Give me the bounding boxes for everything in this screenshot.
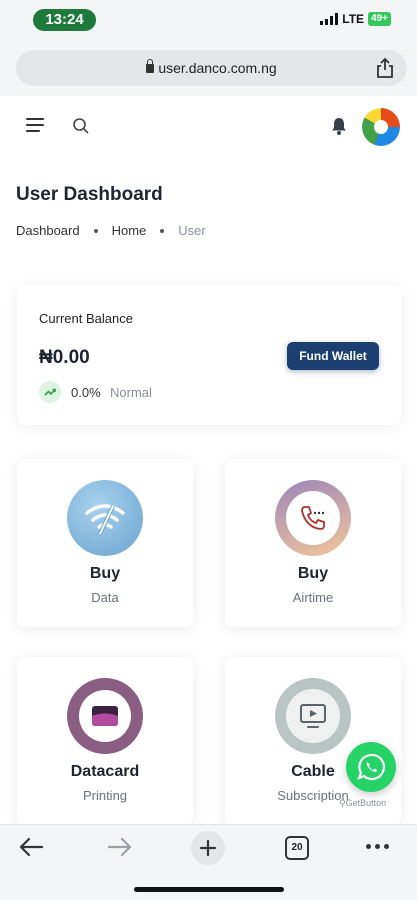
service-card-datacard[interactable]: Datacard Printing <box>17 657 193 825</box>
forward-arrow-icon[interactable] <box>107 835 133 859</box>
status-time: 13:24 <box>33 9 96 31</box>
tv-icon <box>275 678 351 754</box>
trend-up-icon <box>39 381 61 403</box>
trend-percent: 0.0% <box>71 385 101 400</box>
avatar[interactable] <box>362 108 400 146</box>
service-title: Buy <box>89 565 121 582</box>
browser-url-area: user.danco.com.ng <box>0 40 417 96</box>
breadcrumb-dashboard[interactable]: Dashboard <box>16 223 80 238</box>
browser-toolbar: 20 <box>0 824 417 900</box>
network-label: LTE <box>342 12 365 26</box>
back-arrow-icon[interactable] <box>18 835 44 859</box>
share-icon[interactable] <box>375 57 395 79</box>
plus-icon <box>199 839 217 857</box>
tab-count-button[interactable]: 20 <box>285 836 309 860</box>
hamburger-menu-icon[interactable] <box>26 118 44 132</box>
status-bar: 13:24 LTE 49+ <box>0 0 417 40</box>
whatsapp-button[interactable] <box>346 742 396 792</box>
breadcrumb-user: User <box>178 223 206 238</box>
signal-icon <box>320 13 339 25</box>
breadcrumb-separator <box>93 228 98 233</box>
service-title: Datacard <box>70 763 140 780</box>
service-subtitle: Printing <box>82 788 128 803</box>
url-display[interactable]: user.danco.com.ng <box>16 50 407 86</box>
battery-icon: 49+ <box>368 12 391 26</box>
service-card-buy-airtime[interactable]: Buy Airtime <box>225 459 401 627</box>
wifi-icon <box>67 480 143 556</box>
search-icon[interactable] <box>72 117 90 135</box>
more-options-icon[interactable] <box>366 844 389 849</box>
balance-amount: ₦0.00 <box>39 347 90 368</box>
whatsapp-icon <box>357 753 385 781</box>
card-icon <box>67 678 143 754</box>
new-tab-button[interactable] <box>191 831 225 865</box>
status-indicators: LTE 49+ <box>320 12 391 26</box>
breadcrumb: Dashboard Home User <box>16 223 206 238</box>
page-title: User Dashboard <box>16 184 163 205</box>
breadcrumb-separator <box>160 228 165 233</box>
service-title: Buy <box>297 565 329 582</box>
balance-label: Current Balance <box>39 311 133 326</box>
service-subtitle: Data <box>91 590 119 605</box>
fund-wallet-button[interactable]: Fund Wallet <box>287 342 379 370</box>
app-header <box>0 96 417 160</box>
breadcrumb-home[interactable]: Home <box>112 223 147 238</box>
url-text: user.danco.com.ng <box>158 60 277 76</box>
service-subtitle: Airtime <box>292 590 334 605</box>
bell-icon[interactable] <box>329 116 349 136</box>
balance-card: Current Balance ₦0.00 Fund Wallet 0.0% N… <box>17 285 401 425</box>
service-card-buy-data[interactable]: Buy Data <box>17 459 193 627</box>
getbutton-label: ⚲GetButton <box>339 798 387 808</box>
phone-call-icon <box>275 480 351 556</box>
trend-status: Normal <box>110 385 152 400</box>
home-indicator <box>134 887 284 892</box>
lock-icon <box>146 59 155 73</box>
address-bar[interactable]: user.danco.com.ng <box>16 50 407 86</box>
